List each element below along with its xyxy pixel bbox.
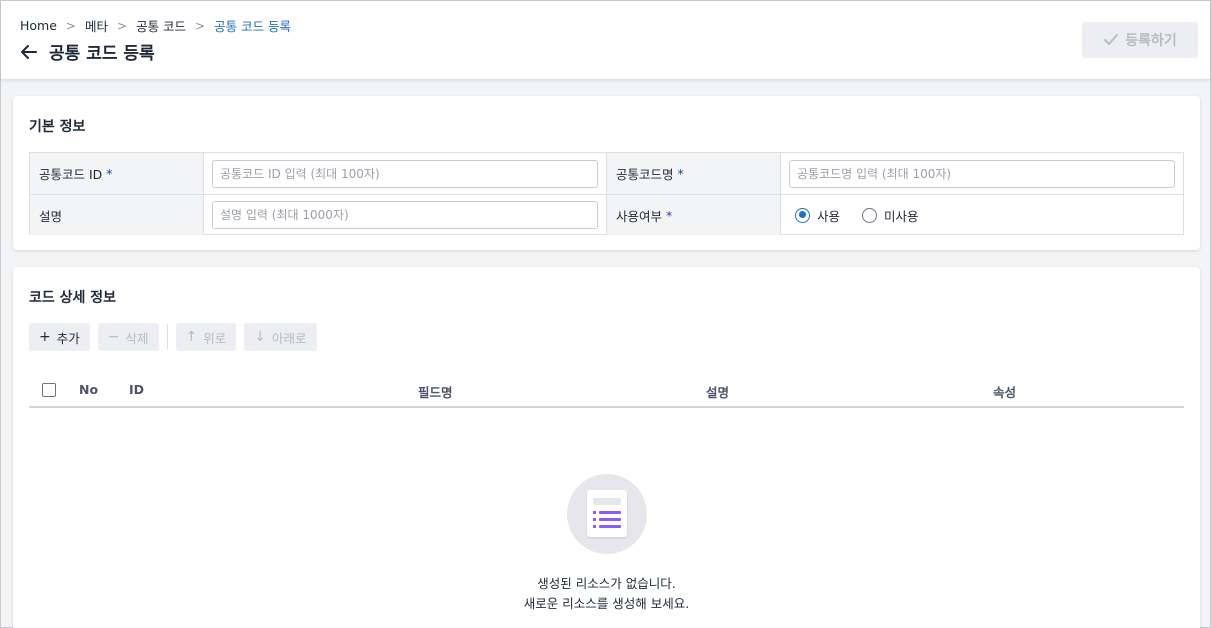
empty-message-line1: 생성된 리소스가 없습니다. — [537, 576, 676, 591]
description-input[interactable] — [212, 201, 598, 229]
code-id-cell — [204, 153, 607, 194]
radio-checked-icon[interactable] — [795, 207, 810, 223]
arrow-up-icon: ↑ — [185, 329, 198, 345]
breadcrumb-current: 공통 코드 등록 — [214, 19, 292, 34]
usage-radio-use-label: 사용 — [817, 208, 841, 224]
chevron-right-icon: > — [195, 18, 206, 33]
minus-icon: − — [107, 329, 120, 345]
description-label-text: 설명 — [39, 208, 63, 224]
move-down-button[interactable]: ↓ 아래로 — [244, 323, 317, 351]
usage-label-text: 사용여부 — [616, 208, 663, 224]
column-header-field-name[interactable]: 필드명 — [418, 382, 453, 401]
column-header-no[interactable]: No — [79, 382, 98, 397]
basic-info-title: 기본 정보 — [29, 119, 86, 135]
description-label: 설명 — [30, 195, 204, 235]
required-mark: * — [677, 166, 684, 181]
empty-document-icon — [566, 474, 647, 554]
description-cell — [204, 195, 607, 235]
chevron-right-icon: > — [117, 18, 128, 33]
move-down-button-label: 아래로 — [271, 330, 307, 346]
code-name-label-text: 공통코드명 — [616, 167, 674, 182]
column-header-id[interactable]: ID — [129, 382, 144, 397]
info-row: 공통코드 ID * 공통코드명 * — [30, 153, 1183, 194]
basic-info-card: 기본 정보 공통코드 ID * 공통코드명 * 설명 — [13, 96, 1200, 250]
add-button[interactable]: + 추가 — [29, 323, 90, 351]
register-button[interactable]: 등록하기 — [1082, 22, 1198, 58]
plus-icon: + — [39, 329, 51, 345]
usage-radio-unused-label: 미사용 — [884, 208, 919, 224]
breadcrumb-common-code[interactable]: 공통 코드 — [136, 16, 186, 35]
back-arrow-icon[interactable] — [19, 42, 39, 62]
code-id-label: 공통코드 ID * — [30, 153, 204, 194]
delete-button[interactable]: − 삭제 — [97, 323, 159, 351]
detail-toolbar: + 추가 − 삭제 ↑ 위로 ↓ 아래로 — [29, 323, 325, 351]
register-button-label: 등록하기 — [1125, 33, 1177, 49]
usage-radio-unused[interactable]: 미사용 — [862, 206, 919, 225]
delete-button-label: 삭제 — [125, 330, 149, 346]
page-title: 공통 코드 등록 — [49, 44, 155, 64]
empty-message: 생성된 리소스가 없습니다. 새로운 리소스를 생성해 보세요. — [13, 574, 1200, 614]
required-mark: * — [106, 166, 113, 181]
page-header: Home > 메타 > 공통 코드 > 공통 코드 등록 공통 코드 등록 등록… — [1, 1, 1210, 80]
breadcrumb: Home > 메타 > 공통 코드 > 공통 코드 등록 — [20, 16, 291, 35]
arrow-down-icon: ↓ — [254, 329, 266, 345]
chevron-right-icon: > — [65, 18, 76, 33]
code-name-cell — [781, 153, 1183, 194]
usage-cell: 사용 미사용 — [781, 195, 1183, 235]
code-id-label-text: 공통코드 ID — [39, 167, 103, 182]
info-row: 설명 사용여부 * 사용 미사용 — [30, 194, 1183, 235]
detail-info-title: 코드 상세 정보 — [29, 290, 117, 306]
code-name-input[interactable] — [789, 159, 1175, 188]
required-mark: * — [666, 207, 673, 223]
usage-label: 사용여부 * — [607, 195, 781, 235]
usage-radio-group: 사용 미사용 — [789, 206, 941, 225]
select-all-checkbox[interactable] — [42, 383, 56, 397]
toolbar-divider — [166, 324, 168, 350]
column-header-attribute[interactable]: 속성 — [993, 382, 1016, 401]
basic-info-table: 공통코드 ID * 공통코드명 * 설명 사용여부 * — [29, 152, 1184, 235]
document-icon — [586, 490, 627, 537]
check-icon — [1104, 34, 1119, 45]
empty-state: 생성된 리소스가 없습니다. 새로운 리소스를 생성해 보세요. — [13, 474, 1200, 614]
code-name-label: 공통코드명 * — [607, 153, 781, 194]
usage-radio-use[interactable]: 사용 — [795, 206, 840, 225]
breadcrumb-home[interactable]: Home — [20, 18, 57, 33]
detail-info-card: 코드 상세 정보 + 추가 − 삭제 ↑ 위로 ↓ 아래로 No ID 필드명 … — [13, 267, 1200, 628]
add-button-label: 추가 — [56, 330, 80, 346]
grid-header: No ID 필드명 설명 속성 — [29, 371, 1184, 408]
radio-unchecked-icon[interactable] — [862, 207, 878, 223]
breadcrumb-meta[interactable]: 메타 — [85, 16, 108, 35]
move-up-button-label: 위로 — [203, 330, 227, 346]
column-header-description[interactable]: 설명 — [706, 382, 729, 401]
code-id-input[interactable] — [212, 159, 598, 188]
move-up-button[interactable]: ↑ 위로 — [175, 323, 237, 351]
empty-message-line2: 새로운 리소스를 생성해 보세요. — [523, 596, 690, 611]
title-row: 공통 코드 등록 — [19, 39, 155, 64]
